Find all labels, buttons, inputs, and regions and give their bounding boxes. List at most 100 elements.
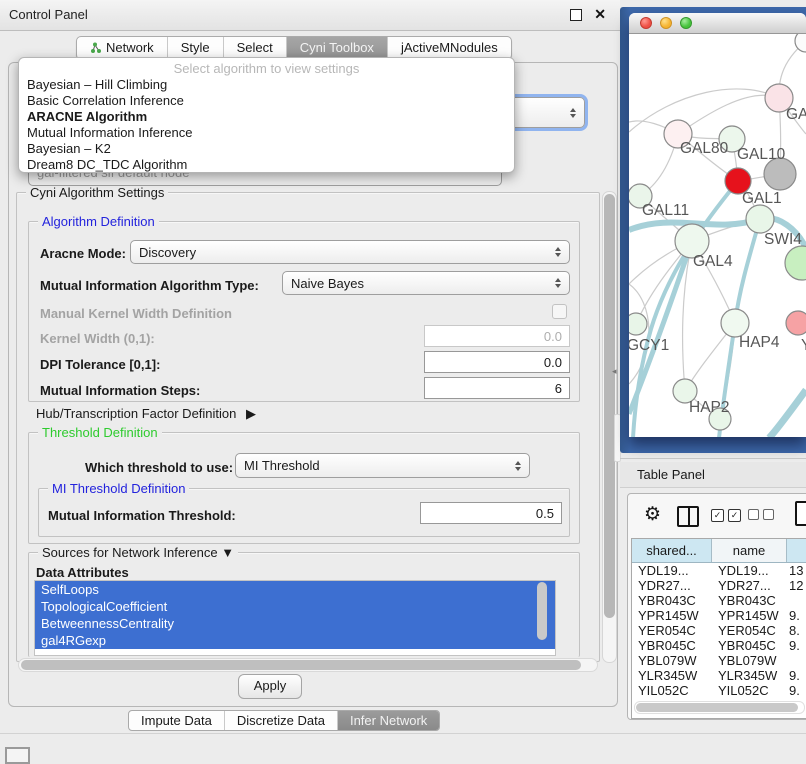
node-swi4[interactable] [746, 205, 774, 233]
list-item[interactable]: TopologicalCoefficient [35, 598, 555, 615]
table-row[interactable]: YPR145W YPR145W 9. [632, 608, 806, 623]
spinner-arrows-icon [509, 461, 521, 471]
table-panel-divider [620, 458, 806, 459]
which-threshold-combobox[interactable]: MI Threshold [235, 453, 530, 478]
panel-title: Control Panel [9, 7, 88, 22]
list-item[interactable]: SelfLoops [35, 581, 555, 598]
table-row[interactable]: YIL052C YIL052C 9. [632, 683, 806, 698]
dropdown-option-selected[interactable]: ARACNE Algorithm [19, 109, 514, 125]
table-row[interactable]: YLR345W YLR345W 9. [632, 668, 806, 683]
network-window[interactable]: GAL GAL80 GAL10 GAL1 GAL11 SWI4 GAL4 GCY… [629, 13, 806, 437]
checked-box-icon: ✓ [711, 509, 724, 522]
node-label: GAL11 [642, 202, 689, 219]
list-scrollbar[interactable] [536, 582, 548, 652]
table-toolbar: ⚙ ✓ ✓ [628, 494, 806, 538]
mi-steps-field[interactable]: 6 [424, 377, 570, 399]
node-label: HAP2 [689, 399, 730, 416]
tab-discretize-data[interactable]: Discretize Data [225, 711, 338, 730]
cell: YBR043C [712, 593, 787, 608]
mi-threshold-field[interactable]: 0.5 [420, 502, 562, 524]
group-title: Threshold Definition [38, 425, 162, 440]
dropdown-option[interactable]: Bayesian – Hill Climbing [19, 77, 514, 93]
dpi-tolerance-label: DPI Tolerance [0,1]: [40, 357, 160, 372]
table-panel-titlebar: Table Panel [620, 462, 806, 488]
column-header-shared-name[interactable]: shared... [632, 539, 712, 562]
gear-icon[interactable]: ⚙ [644, 503, 661, 526]
unchecked-box-icon [748, 509, 759, 520]
settings-horizontal-scrollbar[interactable] [18, 658, 598, 672]
dropdown-option[interactable]: Basic Correlation Inference [19, 93, 514, 109]
kernel-width-field[interactable]: 0.0 [424, 325, 570, 347]
aracne-mode-label: Aracne Mode: [40, 246, 126, 261]
list-item[interactable]: gal4RGexp [35, 632, 555, 649]
network-window-titlebar [629, 13, 806, 34]
column-header-name[interactable]: name [712, 539, 787, 562]
collapsed-arrow-icon: ▶ [246, 406, 256, 421]
dropdown-option[interactable]: Dream8 DC_TDC Algorithm [19, 157, 514, 173]
list-item[interactable]: BetweennessCentrality [35, 615, 555, 632]
node-label: GAL [786, 106, 806, 123]
tab-label: Network [106, 37, 154, 59]
tab-label: Style [181, 37, 210, 59]
tab-select[interactable]: Select [224, 37, 287, 59]
tab-infer-network[interactable]: Infer Network [338, 711, 439, 730]
node-gcy1[interactable] [629, 313, 647, 335]
node-label: Y [801, 337, 806, 354]
cell: YDL19... [632, 563, 712, 578]
dpi-tolerance-field[interactable]: 0.0 [424, 351, 570, 373]
deselect-all-columns-icon[interactable] [748, 509, 774, 520]
column-header-clipped[interactable] [787, 539, 806, 562]
node-hap4[interactable] [721, 309, 749, 337]
combobox-value: Naive Bayes [291, 276, 364, 291]
hub-section-toggle[interactable]: Hub/Transcription Factor Definition ▶ [36, 406, 256, 422]
float-window-icon[interactable] [570, 9, 582, 21]
close-icon[interactable]: ✕ [594, 6, 606, 23]
spinner-arrows-icon [564, 108, 576, 118]
algorithm-dropdown-popup: Select algorithm to view settings Bayesi… [18, 57, 515, 173]
hub-section-label: Hub/Transcription Factor Definition [36, 406, 236, 421]
cell: YPR145W [632, 608, 712, 623]
manual-kernel-width-checkbox[interactable] [552, 304, 567, 319]
dropdown-option[interactable]: Bayesian – K2 [19, 141, 514, 157]
tab-impute-data[interactable]: Impute Data [129, 711, 225, 730]
float-panel-icon[interactable] [5, 747, 30, 764]
cell: YBL079W [632, 653, 712, 668]
table-row[interactable]: YDL19... YDL19... 13 [632, 563, 806, 578]
mi-algorithm-type-combobox[interactable]: Naive Bayes [282, 271, 570, 295]
node-green-large[interactable] [785, 246, 806, 280]
select-all-columns-icon[interactable]: ✓ ✓ [711, 509, 741, 522]
aracne-mode-combobox[interactable]: Discovery [130, 240, 570, 264]
bottom-divider [0, 733, 806, 734]
table-row[interactable]: YBR043C YBR043C [632, 593, 806, 608]
zoom-traffic-light-icon[interactable] [680, 17, 692, 29]
table-horizontal-scrollbar[interactable] [634, 701, 805, 714]
group-title: Sources for Network Inference ▼ [38, 545, 238, 560]
tab-cyni-toolbox[interactable]: Cyni Toolbox [287, 37, 388, 59]
apply-button[interactable]: Apply [238, 674, 302, 699]
minimize-traffic-light-icon[interactable] [660, 17, 672, 29]
cell: 9. [787, 638, 806, 653]
dropdown-option[interactable]: Mutual Information Inference [19, 125, 514, 141]
document-icon[interactable] [795, 501, 806, 526]
table-row[interactable]: YBL079W YBL079W [632, 653, 806, 668]
table-row[interactable]: YDR27... YDR27... 12 [632, 578, 806, 593]
network-graph[interactable]: GAL GAL80 GAL10 GAL1 GAL11 SWI4 GAL4 GCY… [629, 34, 806, 437]
splitter-arrow-icon[interactable]: ◂ [612, 366, 617, 377]
cell: YLR345W [632, 668, 712, 683]
table-row[interactable]: YBR045C YBR045C 9. [632, 638, 806, 653]
table-row[interactable]: YER054C YER054C 8. [632, 623, 806, 638]
tab-jactivemnodules[interactable]: jActiveMNodules [388, 37, 511, 59]
node-pink[interactable] [786, 311, 806, 335]
tab-style[interactable]: Style [168, 37, 224, 59]
attribute-table: shared... name YDL19... YDL19... 13 YDR2… [631, 538, 806, 719]
checked-box-icon: ✓ [728, 509, 741, 522]
table-panel-title: Table Panel [637, 467, 705, 482]
cell: YER054C [712, 623, 787, 638]
split-columns-icon[interactable] [677, 506, 699, 527]
cell: 8. [787, 623, 806, 638]
expanded-arrow-icon[interactable]: ▼ [221, 545, 234, 560]
tab-network[interactable]: Network [77, 37, 168, 59]
node-label: GCY1 [629, 337, 669, 354]
tab-label: Cyni Toolbox [300, 37, 374, 59]
close-traffic-light-icon[interactable] [640, 17, 652, 29]
